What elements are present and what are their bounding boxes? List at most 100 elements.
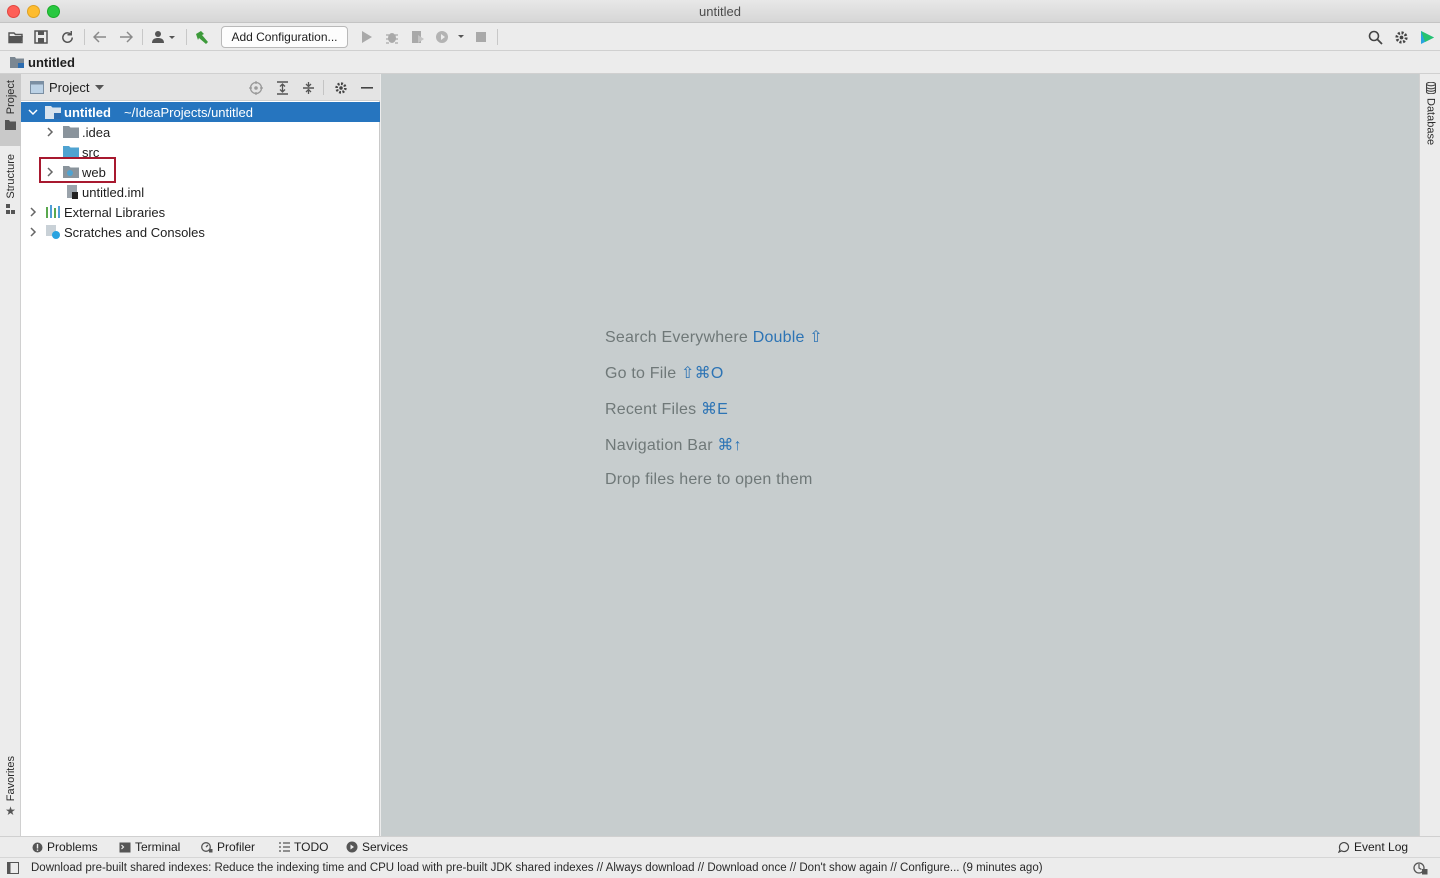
- services-icon: [346, 841, 358, 853]
- todo-label: TODO: [294, 840, 329, 854]
- terminal-icon: [119, 842, 131, 852]
- run-icon[interactable]: [358, 28, 376, 46]
- status-message[interactable]: Download pre-built shared indexes: Reduc…: [31, 862, 1043, 874]
- chevron-right-icon[interactable]: [28, 227, 38, 237]
- profiler-icon: [201, 842, 213, 853]
- hint-text: Search Everywhere: [605, 329, 749, 346]
- favorites-tab-label: Favorites: [4, 756, 17, 802]
- structure-tool-tab[interactable]: Structure: [0, 154, 21, 228]
- database-tool-tab[interactable]: Database: [1420, 82, 1440, 156]
- ide-status-icon[interactable]: [1413, 861, 1428, 875]
- main-toolbar: Add Configuration...: [0, 23, 1440, 51]
- hide-panel-minus-icon[interactable]: [359, 80, 375, 96]
- open-folder-icon[interactable]: [7, 28, 25, 46]
- bottom-tool-bar: Problems Terminal Profiler TODO Services…: [0, 836, 1440, 857]
- highlight-box: [39, 157, 116, 183]
- status-bar: Download pre-built shared indexes: Reduc…: [0, 857, 1440, 878]
- tree-node-scratches[interactable]: Scratches and Consoles: [21, 222, 380, 242]
- profiler-label: Profiler: [217, 840, 256, 854]
- toolbar-separator: [186, 29, 187, 45]
- collapse-all-icon[interactable]: [300, 80, 316, 96]
- vcs-user-dropdown-icon[interactable]: [150, 28, 178, 46]
- stop-icon[interactable]: [472, 28, 490, 46]
- toolbar-separator: [142, 29, 143, 45]
- toolbar-separator: [84, 29, 85, 45]
- hint-shortcut: ⇧⌘O: [681, 365, 724, 382]
- event-log-icon: [1338, 841, 1350, 853]
- terminal-tab[interactable]: Terminal: [119, 840, 180, 854]
- chevron-right-icon[interactable]: [45, 127, 55, 137]
- database-tab-label: Database: [1424, 98, 1437, 146]
- chevron-down-icon[interactable]: [28, 107, 38, 117]
- left-tool-stripe: Project Structure Favorites ★: [0, 74, 21, 836]
- navigation-bar: untitled: [0, 51, 1440, 74]
- profile-dropdown-icon[interactable]: [434, 28, 466, 46]
- toolbar-separator: [497, 29, 498, 45]
- profiler-tab[interactable]: Profiler: [201, 840, 255, 854]
- hint-text: Navigation Bar: [605, 437, 713, 454]
- tree-node-external-libraries[interactable]: External Libraries: [21, 202, 380, 222]
- event-log-label: Event Log: [1354, 840, 1409, 854]
- database-icon: [1425, 82, 1436, 94]
- tree-node-iml[interactable]: untitled.iml: [21, 182, 380, 202]
- folder-icon: [5, 120, 16, 131]
- hint-go-to-file: Go to File ⇧⌘O: [605, 363, 723, 383]
- build-hammer-icon[interactable]: [193, 28, 211, 46]
- editor-empty-area[interactable]: Search Everywhere Double ⇧ Go to File ⇧⌘…: [381, 74, 1419, 836]
- forward-arrow-icon[interactable]: [117, 28, 135, 46]
- hint-text: Go to File: [605, 365, 677, 382]
- settings-gear-icon[interactable]: [1392, 28, 1410, 46]
- project-view-dropdown[interactable]: Project: [49, 80, 105, 95]
- chevron-right-icon[interactable]: [28, 207, 38, 217]
- right-tool-stripe: Database: [1419, 74, 1440, 836]
- ide-window: untitled Add Configuration... untitled P…: [0, 0, 1440, 878]
- hint-shortcut: ⌘E: [700, 401, 729, 418]
- expand-all-icon[interactable]: [274, 80, 290, 96]
- chevron-down-icon: [95, 84, 105, 90]
- folder-icon: [63, 126, 79, 138]
- window-title: untitled: [699, 4, 741, 19]
- project-folder-icon: [10, 57, 24, 68]
- tree-node-idea[interactable]: .idea: [21, 122, 380, 142]
- tree-node-project-root[interactable]: untitled ~/IdeaProjects/untitled: [21, 102, 380, 122]
- debug-bug-icon[interactable]: [383, 28, 401, 46]
- title-bar: untitled: [0, 0, 1440, 23]
- terminal-label: Terminal: [135, 840, 181, 854]
- project-view-label: Project: [49, 80, 90, 95]
- project-tool-tab[interactable]: Project: [0, 74, 21, 146]
- breadcrumb-project[interactable]: untitled: [28, 55, 75, 70]
- module-folder-icon: [45, 106, 61, 119]
- services-label: Services: [362, 840, 409, 854]
- run-with-coverage-icon[interactable]: [409, 28, 427, 46]
- hint-text: Drop files here to open them: [605, 471, 813, 488]
- hint-shortcut: ⌘↑: [717, 437, 742, 454]
- tree-node-label: untitled: [64, 104, 111, 120]
- project-view-icon: [30, 81, 44, 94]
- star-icon: ★: [5, 804, 16, 819]
- locate-target-icon[interactable]: [248, 80, 264, 96]
- structure-icon: [5, 203, 15, 214]
- services-tab[interactable]: Services: [346, 840, 408, 854]
- jetbrains-toolbox-icon[interactable]: [1418, 28, 1436, 46]
- save-all-icon[interactable]: [32, 28, 50, 46]
- favorites-tool-tab[interactable]: Favorites ★: [0, 756, 21, 832]
- sync-icon[interactable]: [58, 28, 76, 46]
- hint-navigation-bar: Navigation Bar ⌘↑: [605, 435, 742, 455]
- toggle-tool-windows-icon[interactable]: [7, 862, 19, 874]
- todo-tab[interactable]: TODO: [279, 840, 328, 854]
- search-icon[interactable]: [1366, 28, 1384, 46]
- panel-options-gear-icon[interactable]: [333, 80, 349, 96]
- tree-node-label: External Libraries: [64, 204, 166, 220]
- tree-node-label: .idea: [82, 124, 111, 140]
- add-configuration-button[interactable]: Add Configuration...: [221, 26, 348, 48]
- project-tool-window: Project untitled ~/IdeaProjects/untitled…: [21, 74, 380, 836]
- event-log-tab[interactable]: Event Log: [1338, 840, 1408, 854]
- hint-recent-files: Recent Files ⌘E: [605, 399, 728, 419]
- back-arrow-icon[interactable]: [91, 28, 109, 46]
- module-file-icon: [67, 185, 78, 199]
- problems-tab[interactable]: Problems: [32, 840, 98, 854]
- header-separator: [323, 80, 324, 95]
- hint-drop-files: Drop files here to open them: [605, 471, 813, 489]
- structure-tab-label: Structure: [4, 154, 17, 199]
- tree-node-label: untitled.iml: [82, 184, 145, 200]
